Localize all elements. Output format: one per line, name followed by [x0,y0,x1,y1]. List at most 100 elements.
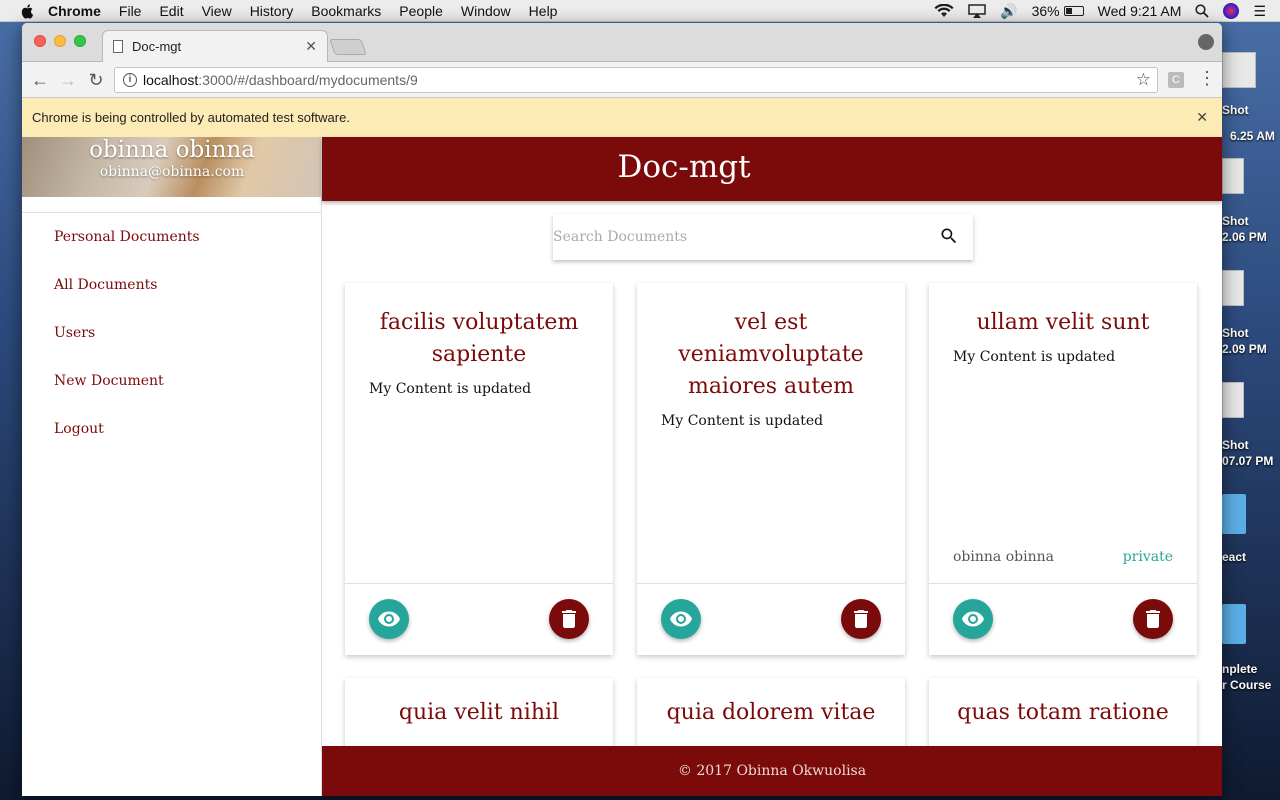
search-input[interactable] [553,214,933,260]
apple-icon[interactable] [20,3,36,19]
info-icon[interactable]: i [123,73,137,87]
battery-indicator[interactable]: 36% [1032,3,1084,19]
card-content: My Content is updated [369,381,532,397]
menu-history[interactable]: History [250,3,294,19]
nav-personal-documents[interactable]: Personal Documents [22,213,321,261]
siri-icon[interactable] [1223,3,1240,19]
extension-icon[interactable]: C [1168,72,1184,88]
view-document-button[interactable] [953,599,993,639]
user-view: obinna obinna obinna@obinna.com [22,137,321,197]
url-host: localhost [143,72,199,88]
delete-document-button[interactable] [841,599,881,639]
address-bar[interactable]: i localhost:3000/#/dashboard/mydocuments… [114,67,1158,93]
view-document-button[interactable] [369,599,409,639]
card-access-badge: private [1122,549,1173,565]
card-action-divider [929,583,1197,584]
spotlight-search-icon[interactable] [1195,4,1210,18]
trash-icon [1146,610,1160,628]
menu-bookmarks[interactable]: Bookmarks [311,3,381,19]
desktop-screenshot-icon[interactable] [1222,270,1244,306]
menu-edit[interactable]: Edit [159,3,183,19]
nav-all-documents[interactable]: All Documents [22,261,321,309]
clock[interactable]: Wed 9:21 AM [1098,3,1182,19]
desktop-label-time: 6.25 AM [1230,129,1275,143]
back-arrow-icon[interactable]: ← [30,70,50,90]
battery-percent: 36% [1031,3,1060,19]
card-title: quia velit nihil [398,700,560,725]
profile-avatar-icon[interactable] [1198,34,1214,50]
chrome-menu-icon[interactable]: ⋮ [1198,68,1216,89]
menu-app-chrome[interactable]: Chrome [48,3,101,19]
airplay-icon[interactable] [968,4,986,18]
battery-fill [1065,8,1072,14]
desktop-label-time: 2.09 PM [1222,342,1267,356]
delete-document-button[interactable] [549,599,589,639]
trash-icon [854,610,868,628]
menu-people[interactable]: People [399,3,443,19]
search-icon[interactable] [939,226,959,246]
desktop-label: Shot [1222,103,1249,117]
user-name: obinna obinna [89,137,255,163]
reload-icon[interactable]: ↻ [86,70,106,90]
desktop-label: nplete [1222,662,1258,676]
desktop-folder-icon[interactable] [1222,494,1246,534]
card-content: My Content is updated [661,413,824,429]
desktop-label: Shot [1222,326,1249,340]
macos-menubar: Chrome File Edit View History Bookmarks … [0,0,1280,22]
volume-icon[interactable]: 🔊 [1000,3,1017,20]
side-nav: obinna obinna obinna@obinna.com Personal… [22,137,322,796]
close-window-button[interactable] [34,35,46,47]
menu-view[interactable]: View [202,3,232,19]
wifi-icon[interactable] [934,4,954,18]
url-path: :3000/#/dashboard/mydocuments/9 [198,72,418,88]
tab-close-icon[interactable]: ✕ [305,38,317,55]
tab-doc-mgt[interactable]: Doc-mgt ✕ [102,30,328,62]
desktop-label: r Course [1222,678,1272,692]
browser-toolbar: ← → ↻ i localhost:3000/#/dashboard/mydoc… [22,62,1222,98]
menu-file[interactable]: File [119,3,142,19]
menu-window[interactable]: Window [461,3,511,19]
infobar-message: Chrome is being controlled by automated … [32,110,350,125]
desktop-label: eact [1222,550,1247,564]
desktop-label-time: 2.06 PM [1222,230,1267,244]
app-footer: © 2017 Obinna Okwuolisa [322,746,1222,796]
card-action-divider [345,583,613,584]
desktop-label: Shot [1222,214,1249,228]
zoom-window-button[interactable] [74,35,86,47]
card-title: facilis voluptatem sapiente [379,310,579,367]
battery-icon [1063,6,1084,16]
desktop-folder-icon[interactable] [1222,604,1246,644]
document-card: ullam velit sunt My Content is updated o… [929,283,1197,655]
document-card: vel est veniamvoluptate maiores autem My… [637,283,905,655]
card-title: quas totam ratione [957,700,1169,725]
card-title: quia dolorem vitae [666,700,876,725]
page-icon [113,40,123,53]
eye-icon [962,611,984,627]
view-document-button[interactable] [661,599,701,639]
automation-infobar: Chrome is being controlled by automated … [22,98,1222,138]
nav-logout[interactable]: Logout [22,405,321,453]
nav-users[interactable]: Users [22,309,321,357]
trash-icon [562,610,576,628]
card-title: vel est veniamvoluptate maiores autem [678,310,864,399]
nav-new-document[interactable]: New Document [22,357,321,405]
desktop-screenshot-icon[interactable] [1222,382,1244,418]
desktop-screenshot-icon[interactable] [1222,52,1256,88]
delete-document-button[interactable] [1133,599,1173,639]
notification-center-icon[interactable]: ☰ [1253,3,1266,20]
forward-arrow-icon[interactable]: → [58,70,78,90]
card-title: ullam velit sunt [976,310,1150,335]
desktop-screenshot-icon[interactable] [1222,158,1244,194]
infobar-close-icon[interactable]: ✕ [1196,109,1208,126]
brand-title[interactable]: Doc-mgt [322,149,1046,185]
search-box [553,214,973,260]
card-owner: obinna obinna [953,549,1054,565]
eye-icon [670,611,692,627]
nav-list: Personal Documents All Documents Users N… [22,213,321,453]
menu-help[interactable]: Help [529,3,558,19]
document-card: facilis voluptatem sapiente My Content i… [345,283,613,655]
bookmark-star-icon[interactable]: ☆ [1136,70,1151,90]
chrome-window: Doc-mgt ✕ ← → ↻ i localhost:3000/#/dashb… [22,23,1222,796]
minimize-window-button[interactable] [54,35,66,47]
new-tab-button[interactable] [329,39,367,55]
